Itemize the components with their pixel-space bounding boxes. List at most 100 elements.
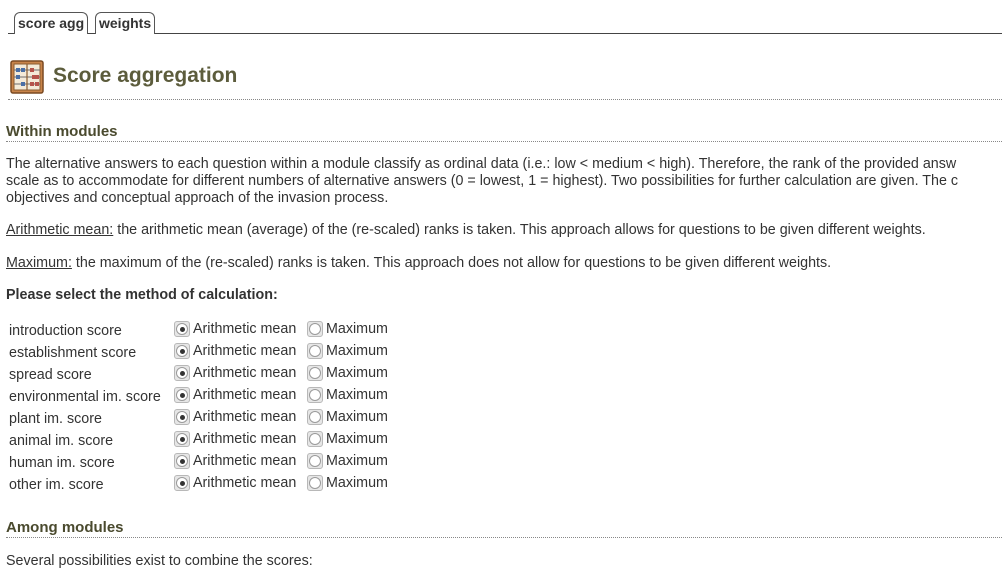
maximum-radio[interactable] bbox=[307, 453, 323, 469]
maximum-option-label[interactable]: Maximum bbox=[326, 453, 388, 469]
arithmetic-mean-option-group[interactable]: Arithmetic mean bbox=[174, 431, 296, 447]
score-label: human im. score bbox=[9, 455, 115, 471]
score-row: plant im. score Arithmetic mean Maximum bbox=[8, 408, 388, 430]
maximum-option-label[interactable]: Maximum bbox=[326, 387, 388, 403]
within-description-line-3: objectives and conceptual approach of th… bbox=[6, 190, 389, 206]
arithmetic-mean-option[interactable]: Arithmetic mean bbox=[174, 408, 307, 430]
maximum-option-group[interactable]: Maximum bbox=[307, 365, 388, 381]
maximum-option-label[interactable]: Maximum bbox=[326, 431, 388, 447]
arithmetic-mean-term: Arithmetic mean: bbox=[6, 222, 114, 238]
maximum-option-label[interactable]: Maximum bbox=[326, 343, 388, 359]
maximum-option[interactable]: Maximum bbox=[307, 452, 388, 474]
arithmetic-mean-option-group[interactable]: Arithmetic mean bbox=[174, 409, 296, 425]
arithmetic-mean-option[interactable]: Arithmetic mean bbox=[174, 320, 307, 342]
tab-bar: score agg weights bbox=[0, 0, 1002, 34]
maximum-radio[interactable] bbox=[307, 387, 323, 403]
maximum-radio[interactable] bbox=[307, 365, 323, 381]
arithmetic-mean-option-label[interactable]: Arithmetic mean bbox=[193, 321, 296, 337]
maximum-option-group[interactable]: Maximum bbox=[307, 343, 388, 359]
tab-weights[interactable]: weights bbox=[95, 12, 156, 34]
within-description-line-2: scale as to accommodate for different nu… bbox=[6, 173, 959, 189]
maximum-option-label[interactable]: Maximum bbox=[326, 475, 388, 491]
maximum-description: the maximum of the (re-scaled) ranks is … bbox=[71, 255, 832, 271]
maximum-option[interactable]: Maximum bbox=[307, 320, 388, 342]
arithmetic-mean-radio[interactable] bbox=[174, 453, 190, 469]
among-modules-heading: Among modules bbox=[6, 520, 1002, 538]
within-description: The alternative answers to each question… bbox=[6, 156, 1002, 207]
page-title: Score aggregation bbox=[53, 64, 238, 87]
maximum-radio[interactable] bbox=[307, 431, 323, 447]
arithmetic-mean-option[interactable]: Arithmetic mean bbox=[174, 452, 307, 474]
score-label: environmental im. score bbox=[9, 389, 161, 405]
arithmetic-mean-option-label[interactable]: Arithmetic mean bbox=[193, 365, 296, 381]
arithmetic-mean-radio[interactable] bbox=[174, 431, 190, 447]
arithmetic-mean-option-label[interactable]: Arithmetic mean bbox=[193, 409, 296, 425]
score-row: establishment score Arithmetic mean Maximu… bbox=[8, 342, 388, 364]
maximum-option-label[interactable]: Maximum bbox=[326, 409, 388, 425]
tab-score-agg[interactable]: score agg bbox=[14, 12, 89, 34]
arithmetic-mean-radio[interactable] bbox=[174, 475, 190, 491]
score-method-table: introduction score Arithmetic mean Maximum… bbox=[8, 320, 388, 496]
score-row: spread score Arithmetic mean Maximum bbox=[8, 364, 388, 386]
arithmetic-mean-option-label[interactable]: Arithmetic mean bbox=[193, 431, 296, 447]
among-modules-intro: Several possibilities exist to combine t… bbox=[6, 553, 313, 569]
within-description-line-1: The alternative answers to each question… bbox=[6, 156, 957, 172]
maximum-option[interactable]: Maximum bbox=[307, 430, 388, 452]
score-row: introduction score Arithmetic mean Maximum bbox=[8, 320, 388, 342]
arithmetic-mean-radio[interactable] bbox=[174, 365, 190, 381]
maximum-option-group[interactable]: Maximum bbox=[307, 453, 388, 469]
score-label: spread score bbox=[9, 367, 92, 383]
score-label: establishment score bbox=[9, 345, 137, 361]
score-row: environmental im. score Arithmetic mean Ma… bbox=[8, 386, 388, 408]
arithmetic-mean-description: the arithmetic mean (average) of the (re… bbox=[113, 222, 926, 238]
maximum-option-label[interactable]: Maximum bbox=[326, 365, 388, 381]
arithmetic-mean-option-group[interactable]: Arithmetic mean bbox=[174, 321, 296, 337]
maximum-option-group[interactable]: Maximum bbox=[307, 409, 388, 425]
arithmetic-mean-option-group[interactable]: Arithmetic mean bbox=[174, 475, 296, 491]
page: score agg weights Score aggregation With… bbox=[0, 0, 1002, 581]
arithmetic-mean-option-label[interactable]: Arithmetic mean bbox=[193, 453, 296, 469]
arithmetic-mean-radio[interactable] bbox=[174, 321, 190, 337]
score-label: animal im. score bbox=[9, 433, 114, 449]
page-header: Score aggregation bbox=[8, 58, 1002, 100]
maximum-option[interactable]: Maximum bbox=[307, 364, 388, 386]
arithmetic-mean-option[interactable]: Arithmetic mean bbox=[174, 342, 307, 364]
maximum-term: Maximum: bbox=[6, 255, 72, 271]
score-row: other im. score Arithmetic mean Maximum bbox=[8, 474, 388, 496]
arithmetic-mean-option-group[interactable]: Arithmetic mean bbox=[174, 343, 296, 359]
arithmetic-mean-option-label[interactable]: Arithmetic mean bbox=[193, 343, 296, 359]
score-label: plant im. score bbox=[9, 411, 102, 427]
maximum-option-group[interactable]: Maximum bbox=[307, 387, 388, 403]
arithmetic-mean-option-label[interactable]: Arithmetic mean bbox=[193, 387, 296, 403]
maximum-option[interactable]: Maximum bbox=[307, 408, 388, 430]
arithmetic-mean-radio[interactable] bbox=[174, 343, 190, 359]
maximum-option-group[interactable]: Maximum bbox=[307, 321, 388, 337]
maximum-radio[interactable] bbox=[307, 475, 323, 491]
maximum-option-group[interactable]: Maximum bbox=[307, 475, 388, 491]
score-label: introduction score bbox=[9, 323, 122, 339]
arithmetic-mean-option[interactable]: Arithmetic mean bbox=[174, 386, 307, 408]
maximum-option[interactable]: Maximum bbox=[307, 342, 388, 364]
score-row: human im. score Arithmetic mean Maximum bbox=[8, 452, 388, 474]
arithmetic-mean-radio[interactable] bbox=[174, 409, 190, 425]
arithmetic-mean-option-group[interactable]: Arithmetic mean bbox=[174, 453, 296, 469]
arithmetic-mean-option-label[interactable]: Arithmetic mean bbox=[193, 475, 296, 491]
abacus-icon bbox=[10, 60, 44, 94]
arithmetic-mean-radio[interactable] bbox=[174, 387, 190, 403]
arithmetic-mean-option[interactable]: Arithmetic mean bbox=[174, 474, 307, 496]
maximum-radio[interactable] bbox=[307, 343, 323, 359]
within-modules-heading: Within modules bbox=[6, 124, 1002, 142]
score-row: animal im. score Arithmetic mean Maximum bbox=[8, 430, 388, 452]
arithmetic-mean-option[interactable]: Arithmetic mean bbox=[174, 430, 307, 452]
maximum-option-label[interactable]: Maximum bbox=[326, 321, 388, 337]
select-method-label: Please select the method of calculation: bbox=[6, 287, 278, 303]
maximum-option-group[interactable]: Maximum bbox=[307, 431, 388, 447]
arithmetic-mean-option[interactable]: Arithmetic mean bbox=[174, 364, 307, 386]
maximum-radio[interactable] bbox=[307, 321, 323, 337]
maximum-radio[interactable] bbox=[307, 409, 323, 425]
score-label: other im. score bbox=[9, 477, 104, 493]
maximum-option[interactable]: Maximum bbox=[307, 474, 388, 496]
maximum-option[interactable]: Maximum bbox=[307, 386, 388, 408]
arithmetic-mean-option-group[interactable]: Arithmetic mean bbox=[174, 365, 296, 381]
arithmetic-mean-option-group[interactable]: Arithmetic mean bbox=[174, 387, 296, 403]
